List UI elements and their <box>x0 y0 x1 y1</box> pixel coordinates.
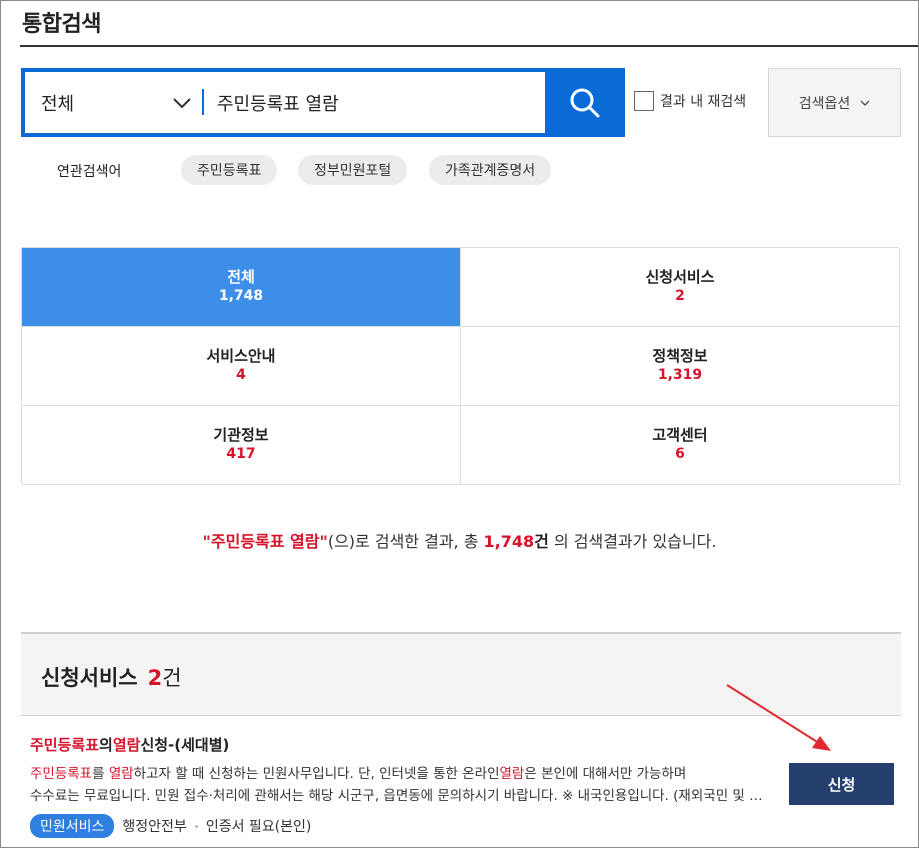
result-title-part: 열람 <box>112 736 141 754</box>
result-description: 주민등록표를 열람하고자 할 때 신청하는 민원사무입니다. 단, 인터넷을 통… <box>30 763 770 807</box>
search-scope-label: 전체 <box>41 93 75 115</box>
search-icon <box>570 88 600 117</box>
search-box: 전체 <box>21 68 625 137</box>
desc-part: 주민등록표 <box>30 766 93 782</box>
desc-part: 은 본인에 대해서만 가능하며 <box>524 766 687 782</box>
desc-part: 하고자 할 때 신청하는 민원사무입니다. 단, 인터넷을 통한 온라인 <box>133 766 500 782</box>
summary-text: (으)로 검색한 결과, 총 <box>327 532 479 551</box>
result-title-part: 의 <box>99 736 113 754</box>
summary-tail: 의 검색결과가 있습니다. <box>553 532 717 551</box>
section-title: 신청서비스 2건 <box>41 662 182 692</box>
category-count: 6 <box>675 446 685 462</box>
category-name: 고객센터 <box>652 426 708 444</box>
search-button[interactable] <box>545 68 625 137</box>
research-checkbox[interactable] <box>634 91 654 111</box>
search-scope-select[interactable]: 전체 <box>41 72 191 133</box>
related-keyword-chip[interactable]: 정부민원포털 <box>298 155 408 185</box>
category-name: 서비스안내 <box>206 347 276 365</box>
research-label: 결과 내 재검색 <box>660 94 747 110</box>
section-title-label: 신청서비스 <box>41 666 138 690</box>
title-divider <box>20 45 918 47</box>
result-title-part: 주민등록표 <box>30 736 100 754</box>
search-result-summary: "주민등록표 열람"(으)로 검색한 결과, 총 1,748건 의 검색결과가 … <box>0 528 919 552</box>
category-name: 신청서비스 <box>645 268 715 286</box>
apply-button[interactable]: 신청 <box>789 763 894 805</box>
category-tab-policy-info[interactable]: 정책정보 1,319 <box>461 327 900 406</box>
category-name: 기관정보 <box>213 426 269 444</box>
summary-unit: 건 <box>534 532 549 551</box>
result-title-part: 신청-(세대별) <box>140 736 230 754</box>
search-input[interactable] <box>217 72 537 133</box>
page-title: 통합검색 <box>22 12 101 37</box>
result-category-tag: 민원서비스 <box>30 814 115 838</box>
result-title-link[interactable]: 주민등록표의열람신청-(세대별) <box>30 734 229 755</box>
chevron-down-icon <box>173 97 191 108</box>
category-tab-all[interactable]: 전체 1,748 <box>22 248 461 327</box>
summary-total: 1,748 <box>483 532 535 551</box>
desc-part: 를 <box>92 766 109 782</box>
category-count: 2 <box>675 288 685 304</box>
category-tab-agency-info[interactable]: 기관정보 417 <box>22 406 461 485</box>
chevron-down-icon <box>860 100 870 106</box>
section-unit: 건 <box>162 666 182 690</box>
result-description-line: 수수료는 무료입니다. 민원 접수·처리에 관해서는 해당 시군구, 읍면동에 … <box>30 788 770 804</box>
section-header: 신청서비스 2건 <box>21 632 901 716</box>
research-toggle[interactable]: 결과 내 재검색 <box>634 91 746 111</box>
result-agency: 행정안전부 <box>122 819 187 835</box>
category-tab-customer-center[interactable]: 고객센터 6 <box>461 406 900 485</box>
section-count: 2 <box>147 666 163 690</box>
related-keywords-label: 연관검색어 <box>57 164 122 180</box>
category-count: 1,319 <box>657 367 703 383</box>
related-keyword-chip[interactable]: 가족관계증명서 <box>429 155 552 185</box>
search-options-label: 검색옵션 <box>798 95 851 112</box>
category-tabs: 전체 1,748 신청서비스 2 서비스안내 4 정책정보 1,319 기관정보… <box>21 247 900 485</box>
category-tab-apply-services[interactable]: 신청서비스 2 <box>461 248 900 327</box>
separator-dot <box>194 824 198 828</box>
category-count: 1,748 <box>218 288 264 304</box>
result-auth-requirement: 인증서 필요(본인) <box>205 819 312 835</box>
result-description-line: 주민등록표를 열람하고자 할 때 신청하는 민원사무입니다. 단, 인터넷을 통… <box>30 763 770 785</box>
search-divider <box>202 89 204 115</box>
desc-part: 열람 <box>499 766 525 782</box>
desc-part: 열람 <box>108 766 134 782</box>
category-tab-service-guide[interactable]: 서비스안내 4 <box>22 327 461 406</box>
summary-keyword: "주민등록표 열람" <box>202 532 328 551</box>
category-name: 정책정보 <box>652 347 708 365</box>
category-name: 전체 <box>227 268 255 286</box>
related-keyword-chip[interactable]: 주민등록표 <box>181 155 278 185</box>
category-count: 4 <box>236 367 246 383</box>
result-tags: 민원서비스 행정안전부 인증서 필요(본인) <box>30 814 311 838</box>
search-options-button[interactable]: 검색옵션 <box>768 68 901 137</box>
category-count: 417 <box>226 446 256 462</box>
